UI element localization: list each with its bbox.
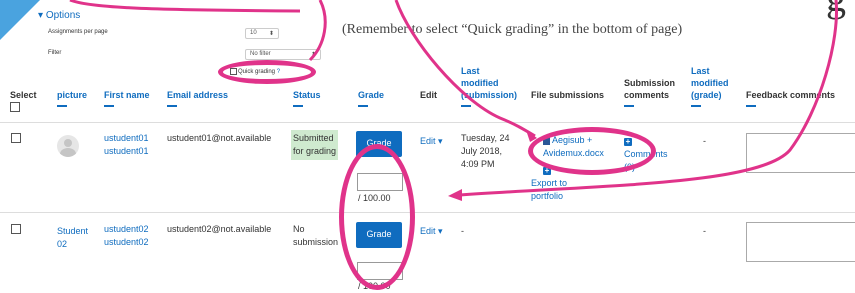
quick-grading-highlight xyxy=(218,60,316,84)
arrowhead-icon xyxy=(448,189,462,201)
annotation-overlay xyxy=(69,0,839,201)
annotation-line xyxy=(308,0,327,62)
annotation-line xyxy=(394,0,536,138)
file-submission-highlight xyxy=(528,127,656,175)
annotation-line xyxy=(69,0,301,13)
grade-column-highlight xyxy=(339,144,415,290)
annotation-arrow xyxy=(459,0,839,197)
